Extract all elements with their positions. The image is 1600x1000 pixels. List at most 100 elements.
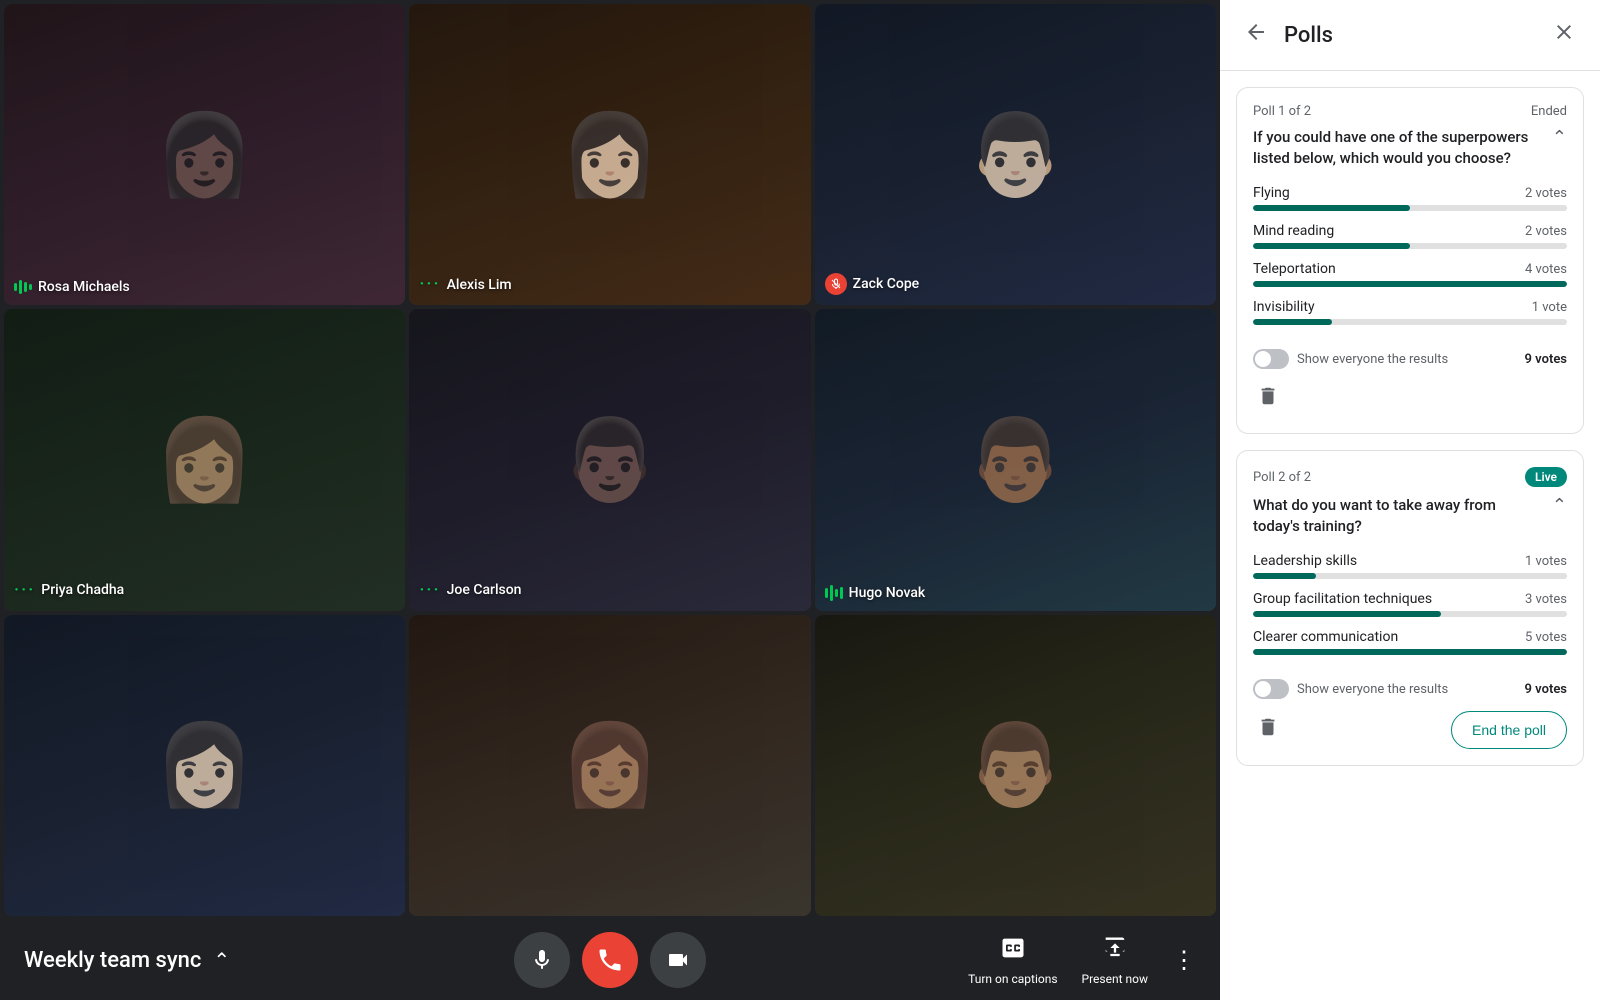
poll-1-option-2: Teleportation 4 votes bbox=[1253, 261, 1567, 287]
poll-card-1: Poll 1 of 2 Ended If you could have one … bbox=[1236, 87, 1584, 434]
participant-name-3: Zack Cope bbox=[853, 276, 920, 292]
poll-2-total-votes: 9 votes bbox=[1525, 682, 1567, 697]
poll-1-actions-row bbox=[1253, 381, 1567, 417]
poll-1-question: If you could have one of the superpowers… bbox=[1253, 127, 1544, 169]
poll-1-bar-1 bbox=[1253, 243, 1410, 249]
video-tile-4: 👩🏽 ··· Priya Chadha bbox=[4, 309, 405, 610]
poll-1-show-results-row: Show everyone the results bbox=[1253, 349, 1448, 369]
participant-label-2: ··· Alexis Lim bbox=[419, 274, 511, 295]
poll-2-option-1-label: Group facilitation techniques bbox=[1253, 591, 1432, 607]
poll-2-actions-row: End the poll bbox=[1253, 711, 1567, 749]
poll-1-bar-3 bbox=[1253, 319, 1332, 325]
captions-action[interactable]: Turn on captions bbox=[968, 934, 1057, 986]
video-tile-6: 👨🏾 Hugo Novak bbox=[815, 309, 1216, 610]
poll-1-option-2-label: Teleportation bbox=[1253, 261, 1336, 277]
video-tile-7: 👩🏻 bbox=[4, 615, 405, 916]
poll-2-option-2-label: Clearer communication bbox=[1253, 629, 1398, 645]
participant-video-4: 👩🏽 bbox=[4, 309, 405, 610]
toolbar: Weekly team sync ⌃ bbox=[0, 920, 1220, 1000]
end-poll-button[interactable]: End the poll bbox=[1451, 711, 1567, 749]
participant-name-6: Hugo Novak bbox=[849, 585, 926, 601]
participant-name-1: Rosa Michaels bbox=[38, 279, 130, 295]
end-call-button[interactable] bbox=[582, 932, 638, 988]
poll-1-option-1-label: Mind reading bbox=[1253, 223, 1334, 239]
video-tile-3: 👨🏻 Zack Cope bbox=[815, 4, 1216, 305]
participant-label-1: Rosa Michaels bbox=[14, 279, 130, 295]
poll-2-status: Live bbox=[1525, 467, 1567, 487]
poll-2-bar-2 bbox=[1253, 649, 1567, 655]
poll-1-option-1: Mind reading 2 votes bbox=[1253, 223, 1567, 249]
poll-card-1-header: Poll 1 of 2 Ended bbox=[1253, 104, 1567, 119]
audio-icon-6 bbox=[825, 585, 843, 601]
poll-2-chevron[interactable]: ⌃ bbox=[1552, 495, 1567, 516]
poll-1-footer: Show everyone the results 9 votes bbox=[1253, 337, 1567, 369]
video-tile-8: 👩🏽 bbox=[409, 615, 810, 916]
poll-2-option-2: Clearer communication 5 votes bbox=[1253, 629, 1567, 655]
poll-2-option-1: Group facilitation techniques 3 votes bbox=[1253, 591, 1567, 617]
poll-1-option-3-label: Invisibility bbox=[1253, 299, 1315, 315]
poll-2-toggle-knob bbox=[1255, 681, 1271, 697]
poll-1-option-2-votes: 4 votes bbox=[1525, 262, 1567, 277]
poll-1-show-results-toggle[interactable] bbox=[1253, 349, 1289, 369]
participant-video-7: 👩🏻 bbox=[4, 615, 405, 916]
participant-video-9: 👨🏽 bbox=[815, 615, 1216, 916]
captions-label: Turn on captions bbox=[968, 972, 1057, 986]
poll-card-2-header: Poll 2 of 2 Live bbox=[1253, 467, 1567, 487]
participant-name-5: Joe Carlson bbox=[447, 582, 522, 598]
audio-dots-5: ··· bbox=[419, 580, 440, 601]
poll-1-total-votes: 9 votes bbox=[1525, 352, 1567, 367]
present-action[interactable]: Present now bbox=[1082, 934, 1148, 986]
polls-content[interactable]: Poll 1 of 2 Ended If you could have one … bbox=[1220, 71, 1600, 1000]
participant-name-4: Priya Chadha bbox=[41, 582, 124, 598]
meeting-chevron[interactable]: ⌃ bbox=[213, 948, 230, 972]
participant-video-3: 👨🏻 bbox=[815, 4, 1216, 305]
poll-2-option-0: Leadership skills 1 votes bbox=[1253, 553, 1567, 579]
poll-2-option-1-votes: 3 votes bbox=[1525, 592, 1567, 607]
poll-1-option-1-votes: 2 votes bbox=[1525, 224, 1567, 239]
poll-1-question-row: If you could have one of the superpowers… bbox=[1253, 127, 1567, 169]
poll-1-option-3-votes: 1 vote bbox=[1532, 300, 1567, 315]
poll-card-2: Poll 2 of 2 Live What do you want to tak… bbox=[1236, 450, 1584, 766]
poll-2-question-row: What do you want to take away from today… bbox=[1253, 495, 1567, 537]
poll-1-bar-2 bbox=[1253, 281, 1567, 287]
video-tile-9: 👨🏽 bbox=[815, 615, 1216, 916]
poll-1-option-0-label: Flying bbox=[1253, 185, 1290, 201]
poll-2-show-results-toggle[interactable] bbox=[1253, 679, 1289, 699]
poll-2-bar-0 bbox=[1253, 573, 1316, 579]
poll-1-option-3: Invisibility 1 vote bbox=[1253, 299, 1567, 325]
video-tile-5: 👨🏿 ··· Joe Carlson bbox=[409, 309, 810, 610]
poll-2-bar-1 bbox=[1253, 611, 1441, 617]
participant-video-5: 👨🏿 bbox=[409, 309, 810, 610]
poll-2-delete-button[interactable] bbox=[1253, 712, 1283, 748]
polls-panel: Polls Poll 1 of 2 Ended If you could hav… bbox=[1220, 0, 1600, 1000]
polls-back-button[interactable] bbox=[1240, 16, 1272, 54]
camera-button[interactable] bbox=[650, 932, 706, 988]
mic-button[interactable] bbox=[514, 932, 570, 988]
participant-video-2: 👩🏻 bbox=[409, 4, 810, 305]
meeting-name: Weekly team sync bbox=[24, 948, 201, 973]
captions-icon bbox=[999, 934, 1027, 968]
polls-header: Polls bbox=[1220, 0, 1600, 71]
polls-title: Polls bbox=[1284, 23, 1536, 48]
poll-1-chevron[interactable]: ⌃ bbox=[1552, 127, 1567, 148]
audio-dots-4: ··· bbox=[14, 580, 35, 601]
poll-1-status: Ended bbox=[1531, 104, 1567, 119]
participant-video-1: 👩🏿 bbox=[4, 4, 405, 305]
participant-name-2: Alexis Lim bbox=[447, 277, 512, 293]
poll-1-delete-button[interactable] bbox=[1253, 381, 1283, 417]
participant-label-4: ··· Priya Chadha bbox=[14, 580, 124, 601]
main-container: 👩🏿 Rosa Michaels 👩🏻 ··· Alexis Lim bbox=[0, 0, 1600, 1000]
participant-video-8: 👩🏽 bbox=[409, 615, 810, 916]
more-options-button[interactable]: ⋮ bbox=[1172, 946, 1196, 974]
poll-2-question: What do you want to take away from today… bbox=[1253, 495, 1544, 537]
mic-muted-icon-3 bbox=[825, 273, 847, 295]
participant-video-6: 👨🏾 bbox=[815, 309, 1216, 610]
poll-1-counter: Poll 1 of 2 bbox=[1253, 104, 1311, 119]
participant-label-5: ··· Joe Carlson bbox=[419, 580, 521, 601]
toolbar-center bbox=[514, 932, 706, 988]
poll-2-option-0-votes: 1 votes bbox=[1525, 554, 1567, 569]
participant-label-6: Hugo Novak bbox=[825, 585, 926, 601]
polls-close-button[interactable] bbox=[1548, 16, 1580, 54]
video-tile-1: 👩🏿 Rosa Michaels bbox=[4, 4, 405, 305]
toolbar-right: Turn on captions Present now ⋮ bbox=[896, 934, 1196, 986]
